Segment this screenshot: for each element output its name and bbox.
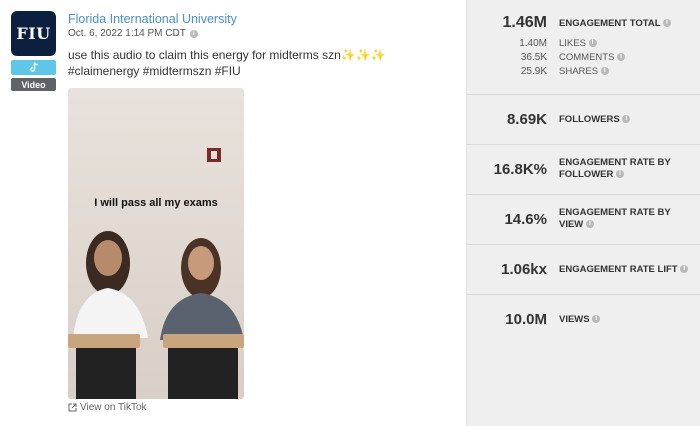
media-type-badge: Video xyxy=(11,78,56,91)
engagement-rate-lift-label-text: Engagement Rate Lift xyxy=(559,264,678,275)
likes-label-text: Likes xyxy=(559,38,586,49)
followers-value: 8.69K xyxy=(506,111,547,128)
video-overlay-text: I will pass all my exams xyxy=(94,197,218,209)
metrics-panel: 1.46M Engagement Total i 1.40M Likes i 3… xyxy=(466,0,700,426)
info-icon[interactable]: i xyxy=(585,220,594,229)
video-thumbnail[interactable]: I will pass all my exams xyxy=(68,88,244,399)
info-icon[interactable]: i xyxy=(592,315,601,324)
engagement-total-value: 1.46M xyxy=(502,14,547,31)
metric-engagement-total: 1.46M Engagement Total i 1.40M Likes i 3… xyxy=(467,0,700,95)
likes-value: 1.40M xyxy=(519,38,547,49)
engagement-rate-by-view-value: 14.6% xyxy=(504,211,547,228)
views-label-text: Views xyxy=(559,314,590,325)
views-value: 10.0M xyxy=(505,311,547,328)
engagement-rate-lift-value: 1.06kx xyxy=(501,261,547,278)
followers-label-text: Followers xyxy=(559,114,620,125)
comments-label-text: Comments xyxy=(559,52,615,63)
engagement-rate-by-follower-label: Engagement Rate by Follower i xyxy=(559,157,689,181)
engagement-rate-by-follower-value: 16.8K% xyxy=(493,161,547,178)
comments-value: 36.5K xyxy=(520,52,547,63)
info-icon[interactable]: i xyxy=(600,67,609,76)
external-link-icon xyxy=(68,403,77,412)
info-icon[interactable]: i xyxy=(662,19,671,28)
view-on-tiktok-link[interactable]: View on TikTok xyxy=(68,402,147,413)
info-icon[interactable]: i xyxy=(189,29,198,38)
post-card: FIU Video Florida International Universi… xyxy=(0,0,466,426)
comments-label: Comments i xyxy=(559,52,626,63)
followers-label: Followers i xyxy=(559,114,631,126)
info-icon[interactable]: i xyxy=(616,170,624,179)
tiktok-glyph xyxy=(29,62,38,72)
post-caption: use this audio to claim this energy for … xyxy=(68,48,386,78)
engagement-total-label-text: Engagement Total xyxy=(559,18,661,29)
engagement-rate-lift-label: Engagement Rate Lift i xyxy=(559,264,689,276)
engagement-rate-by-follower-label-text: Engagement Rate by Follower xyxy=(559,157,671,180)
metric-followers: 8.69K Followers i xyxy=(467,95,700,145)
video-frame-illustration xyxy=(68,88,244,399)
shares-label-text: Shares xyxy=(559,66,599,77)
engagement-total-label: Engagement Total i xyxy=(559,18,671,30)
info-icon[interactable]: i xyxy=(588,39,597,48)
likes-label: Likes i xyxy=(559,38,597,49)
engagement-rate-by-view-label-text: Engagement Rate by View xyxy=(559,207,671,230)
shares-value: 25.9K xyxy=(520,66,547,77)
info-icon[interactable]: i xyxy=(680,265,689,274)
info-icon[interactable]: i xyxy=(622,115,631,124)
metric-views: 10.0M Views i xyxy=(467,295,700,345)
views-label: Views i xyxy=(559,314,601,326)
tiktok-icon xyxy=(11,60,56,75)
engagement-rate-by-view-label: Engagement Rate by View i xyxy=(559,207,689,231)
shares-label: Shares i xyxy=(559,66,609,77)
post-timestamp: Oct. 6, 2022 1:14 PM CDT i xyxy=(68,28,198,39)
metric-engagement-rate-by-view: 14.6% Engagement Rate by View i xyxy=(467,195,700,245)
view-link-label: View on TikTok xyxy=(80,402,147,413)
author-link[interactable]: Florida International University xyxy=(68,12,237,26)
timestamp-text: Oct. 6, 2022 1:14 PM CDT xyxy=(68,28,186,39)
avatar: FIU xyxy=(11,11,56,56)
info-icon[interactable]: i xyxy=(617,53,626,62)
metric-engagement-rate-by-follower: 16.8K% Engagement Rate by Follower i xyxy=(467,145,700,195)
metric-engagement-rate-lift: 1.06kx Engagement Rate Lift i xyxy=(467,245,700,295)
